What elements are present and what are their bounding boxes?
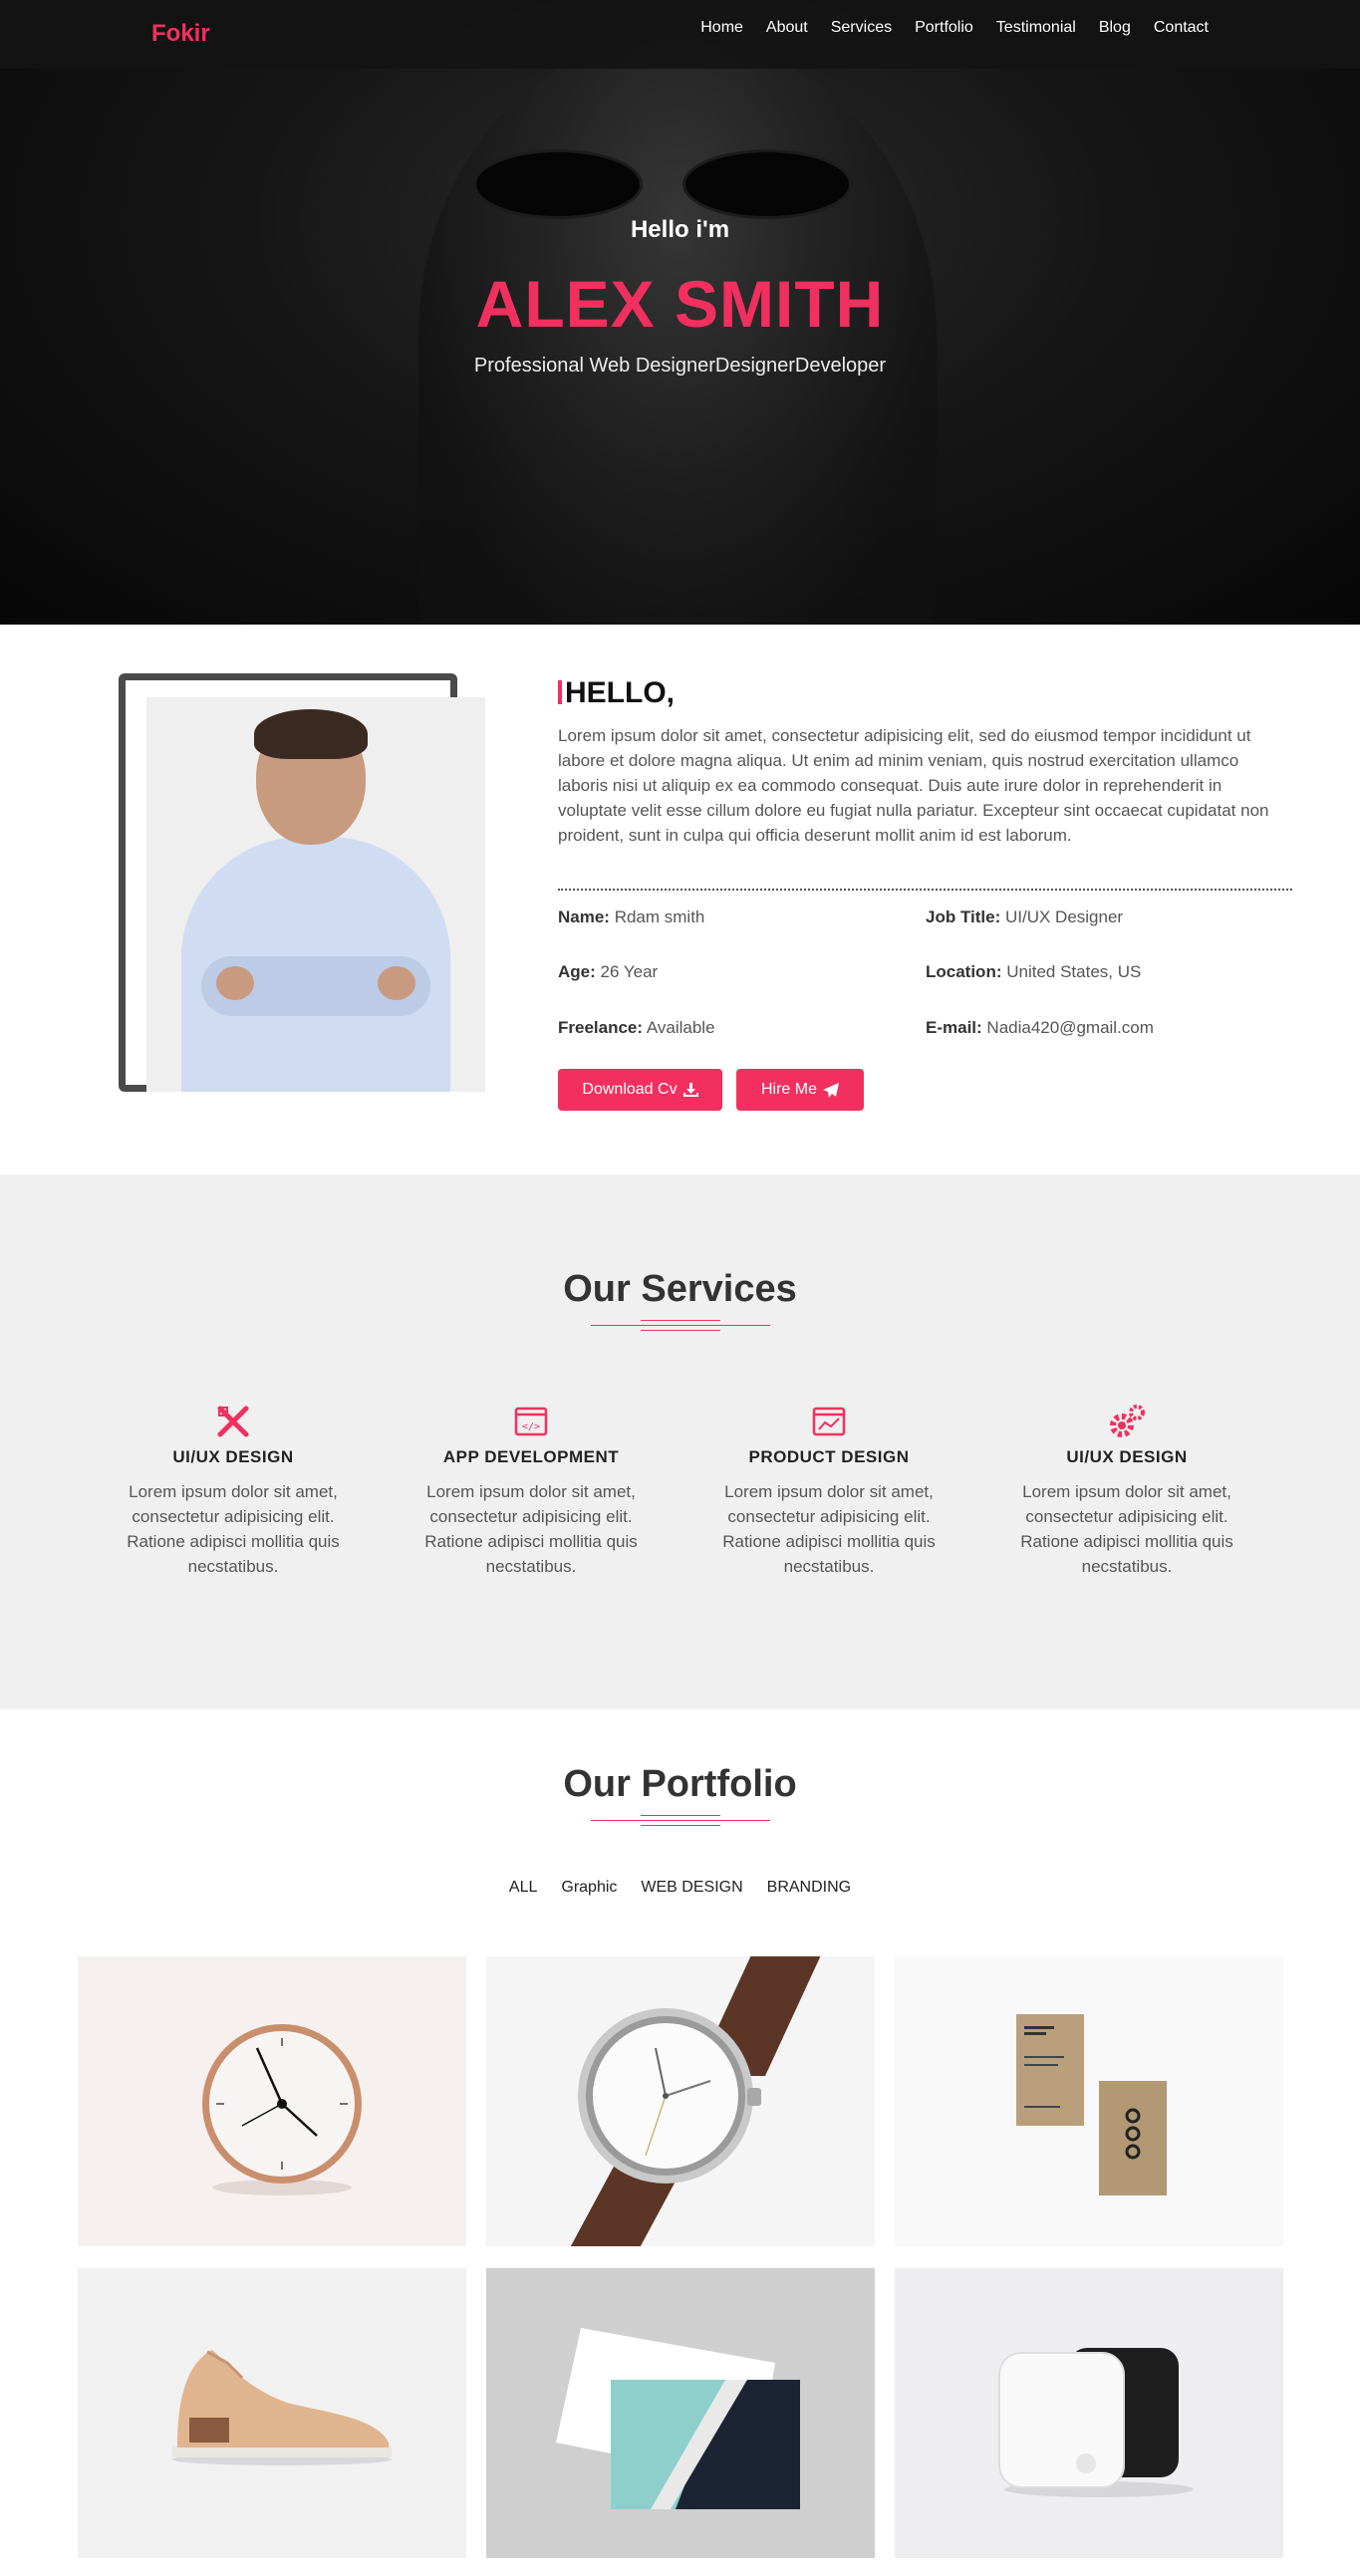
service-title: APP DEVELOPMENT bbox=[442, 1447, 620, 1466]
info-location: Location: United States, US bbox=[926, 962, 1141, 982]
service-title: UI/UX DESIGN bbox=[172, 1447, 294, 1466]
info-age-label: Age: bbox=[558, 962, 596, 981]
info-freelance-value: Available bbox=[646, 1018, 715, 1037]
about-heading-text: HELLO, bbox=[565, 676, 675, 709]
nav-about[interactable]: About bbox=[766, 19, 808, 37]
download-cv-label: Download Cv bbox=[582, 1081, 678, 1098]
service-title: UI/UX DESIGN bbox=[1066, 1447, 1188, 1466]
service-card: PRODUCT DESIGN Lorem ipsum dolor sit ame… bbox=[704, 1402, 953, 1579]
chart-window-icon bbox=[704, 1402, 953, 1441]
filter-web-design[interactable]: WEB DESIGN bbox=[641, 1879, 742, 1897]
info-age-value: 26 Year bbox=[600, 962, 659, 981]
hire-me-label: Hire Me bbox=[760, 1081, 817, 1098]
info-email-value[interactable]: Nadia420@gmail.com bbox=[986, 1018, 1154, 1037]
services-title-underline bbox=[591, 1320, 770, 1335]
filter-all[interactable]: ALL bbox=[509, 1879, 537, 1897]
about-section: HELLO, Lorem ipsum dolor sit amet, conse… bbox=[0, 625, 1360, 1174]
svg-text:</>: </> bbox=[522, 1421, 540, 1432]
portfolio-item-sneaker[interactable] bbox=[78, 2268, 466, 2558]
info-email-label: E-mail: bbox=[926, 1018, 982, 1037]
service-description: Lorem ipsum dolor sit amet, consectetur … bbox=[1020, 1482, 1233, 1576]
info-job-title: Job Title: UI/UX Designer bbox=[926, 907, 1123, 927]
filter-graphic[interactable]: Graphic bbox=[561, 1879, 617, 1897]
service-description: Lorem ipsum dolor sit amet, consectetur … bbox=[722, 1482, 936, 1576]
design-tools-icon bbox=[109, 1402, 358, 1441]
nav-blog[interactable]: Blog bbox=[1099, 19, 1131, 37]
download-cv-button[interactable]: Download Cv bbox=[558, 1069, 722, 1111]
main-menu: Home About Services Portfolio Testimonia… bbox=[700, 19, 1209, 37]
service-card: UI/UX DESIGN Lorem ipsum dolor sit amet,… bbox=[1002, 1402, 1251, 1579]
hire-me-button[interactable]: Hire Me bbox=[736, 1069, 864, 1111]
top-navbar: Fokir Home About Services Portfolio Test… bbox=[0, 0, 1360, 69]
hero-subtitle: Professional Web DesignerDesignerDevelop… bbox=[473, 355, 887, 377]
info-freelance-label: Freelance: bbox=[558, 1018, 644, 1037]
hero-sunglasses bbox=[473, 149, 852, 219]
service-description: Lorem ipsum dolor sit amet, consectetur … bbox=[424, 1482, 638, 1576]
gears-icon bbox=[1002, 1402, 1251, 1441]
download-icon bbox=[682, 1083, 698, 1097]
services-title: Our Services bbox=[563, 1268, 797, 1310]
portfolio-item-business-cards[interactable] bbox=[895, 1956, 1283, 2246]
portfolio-section: Our Portfolio ALL Graphic WEB DESIGN BRA… bbox=[0, 1709, 1360, 2576]
portfolio-item-stationery-cards[interactable] bbox=[486, 2268, 875, 2558]
nav-testimonial[interactable]: Testimonial bbox=[996, 19, 1076, 37]
portfolio-item-speaker-device[interactable] bbox=[895, 2268, 1283, 2558]
services-section: Our Services UI/UX DESIGN Lorem ipsum do… bbox=[0, 1174, 1360, 1709]
code-window-icon: </> bbox=[407, 1402, 656, 1441]
info-name-value: Rdam smith bbox=[614, 907, 705, 926]
service-title: PRODUCT DESIGN bbox=[748, 1447, 910, 1466]
portfolio-item-wrist-watch[interactable] bbox=[486, 1956, 875, 2246]
about-divider bbox=[558, 889, 1292, 891]
info-age: Age: 26 Year bbox=[558, 962, 658, 982]
nav-services[interactable]: Services bbox=[831, 19, 892, 37]
filter-branding[interactable]: BRANDING bbox=[767, 1879, 851, 1897]
info-job-title-label: Job Title: bbox=[926, 907, 1001, 926]
portfolio-filters: ALL Graphic WEB DESIGN BRANDING bbox=[0, 1879, 1360, 1897]
service-description: Lorem ipsum dolor sit amet, consectetur … bbox=[127, 1482, 340, 1576]
service-card: UI/UX DESIGN Lorem ipsum dolor sit amet,… bbox=[109, 1402, 358, 1579]
paper-plane-icon bbox=[823, 1082, 839, 1098]
info-location-value: United States, US bbox=[1006, 962, 1142, 981]
portfolio-item-wall-clock[interactable] bbox=[78, 1956, 466, 2246]
hero-section: Hello i'm ALEX SMITH Professional Web De… bbox=[0, 0, 1360, 625]
info-freelance: Freelance: Available bbox=[558, 1018, 715, 1038]
hero-greeting: Hello i'm bbox=[630, 216, 730, 243]
info-name: Name: Rdam smith bbox=[558, 907, 704, 927]
profile-photo bbox=[146, 697, 485, 1092]
info-email: E-mail: Nadia420@gmail.com bbox=[926, 1018, 1154, 1038]
info-job-title-value: UI/UX Designer bbox=[1004, 907, 1124, 926]
about-heading: HELLO, bbox=[558, 676, 675, 710]
heading-accent-bar bbox=[558, 680, 562, 704]
nav-portfolio[interactable]: Portfolio bbox=[915, 19, 973, 37]
portfolio-title-underline bbox=[591, 1815, 770, 1830]
hero-name: ALEX SMITH bbox=[475, 267, 885, 341]
info-location-label: Location: bbox=[926, 962, 1002, 981]
nav-contact[interactable]: Contact bbox=[1154, 19, 1209, 37]
info-name-label: Name: bbox=[558, 907, 610, 926]
portfolio-title: Our Portfolio bbox=[563, 1763, 797, 1805]
brand-logo[interactable]: Fokir bbox=[151, 20, 210, 48]
about-description: Lorem ipsum dolor sit amet, consectetur … bbox=[558, 726, 1269, 845]
service-card: </> APP DEVELOPMENT Lorem ipsum dolor si… bbox=[407, 1402, 656, 1579]
nav-home[interactable]: Home bbox=[700, 19, 743, 37]
